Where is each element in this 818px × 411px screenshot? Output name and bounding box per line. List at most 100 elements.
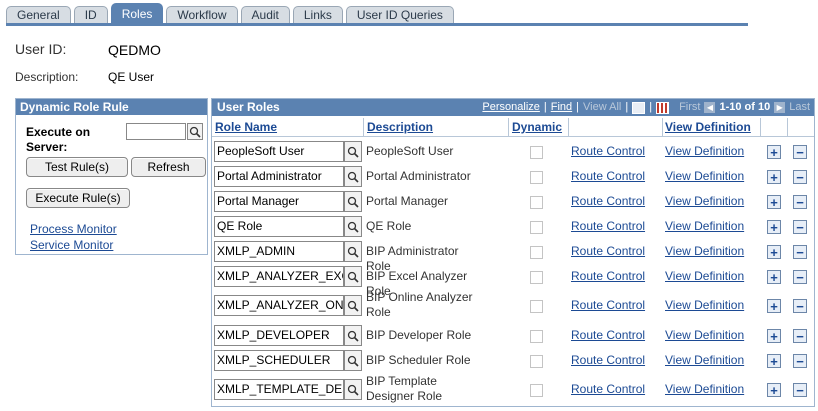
role-name-input[interactable]: QE Role (214, 216, 344, 237)
view-definition-link[interactable]: View Definition (665, 244, 744, 258)
delete-row-button[interactable]: − (793, 220, 807, 234)
role-name-lookup-button[interactable] (344, 216, 362, 237)
add-row-button[interactable]: + (767, 220, 781, 234)
view-definition-link[interactable]: View Definition (665, 144, 744, 158)
delete-row-button[interactable]: − (793, 270, 807, 284)
route-control-link[interactable]: Route Control (571, 328, 645, 342)
add-row-button[interactable]: + (767, 354, 781, 368)
role-name-input[interactable]: PeopleSoft User (214, 141, 344, 162)
route-control-link[interactable]: Route Control (571, 382, 645, 396)
test-rules-button[interactable]: Test Rule(s) (26, 157, 128, 177)
route-control-link[interactable]: Route Control (571, 269, 645, 283)
delete-row-button[interactable]: − (793, 145, 807, 159)
table-row: XMLP_DEVELOPER BIP Developer Role Route Co… (212, 323, 814, 348)
view-definition-link[interactable]: View Definition (665, 328, 744, 342)
role-name-lookup-button[interactable] (344, 191, 362, 212)
role-name-input[interactable]: Portal Administrator (214, 166, 344, 187)
tab-id[interactable]: ID (73, 6, 108, 24)
add-row-button[interactable]: + (767, 145, 781, 159)
tab-roles[interactable]: Roles (110, 3, 164, 24)
execute-on-server-label: Execute on Server: (26, 125, 90, 155)
minus-icon: − (796, 194, 804, 210)
add-row-button[interactable]: + (767, 299, 781, 313)
role-name-input[interactable]: XMLP_ADMIN (214, 241, 344, 262)
route-control-link[interactable]: Route Control (571, 144, 645, 158)
route-control-link[interactable]: Route Control (571, 298, 645, 312)
view-definition-link[interactable]: View Definition (665, 382, 744, 396)
magnifier-icon (347, 221, 359, 233)
column-view-definition[interactable]: View Definition (665, 120, 751, 134)
route-control-link[interactable]: Route Control (571, 244, 645, 258)
role-name-input[interactable]: XMLP_ANALYZER_EXCEL (214, 266, 344, 287)
column-dynamic[interactable]: Dynamic (512, 120, 562, 134)
delete-row-button[interactable]: − (793, 170, 807, 184)
dynamic-checkbox (530, 384, 543, 397)
role-name-lookup-button[interactable] (344, 266, 362, 287)
role-name-input[interactable]: XMLP_TEMPLATE_DESIGNER (214, 379, 344, 400)
route-control-link[interactable]: Route Control (571, 194, 645, 208)
role-name-input[interactable]: XMLP_SCHEDULER (214, 350, 344, 371)
tab-workflow[interactable]: Workflow (166, 6, 238, 24)
grid-column-header-row: Role Name Description Dynamic View Defin… (212, 118, 814, 137)
role-description: BIP Scheduler Role (366, 353, 471, 367)
execute-server-lookup-button[interactable] (187, 123, 203, 140)
view-definition-link[interactable]: View Definition (665, 219, 744, 233)
table-row: PeopleSoft User PeopleSoft User Route Cont… (212, 139, 814, 164)
execute-rules-button[interactable]: Execute Rule(s) (26, 188, 130, 208)
role-name-lookup-button[interactable] (344, 241, 362, 262)
tab-links[interactable]: Links (292, 6, 343, 24)
zoom-icon[interactable] (632, 101, 646, 114)
plus-icon: + (770, 194, 778, 210)
tab-user-id-queries[interactable]: User ID Queries (345, 6, 454, 24)
add-row-button[interactable]: + (767, 170, 781, 184)
role-name-lookup-button[interactable] (344, 141, 362, 162)
dynamic-checkbox (530, 171, 543, 184)
add-row-button[interactable]: + (767, 383, 781, 397)
delete-row-button[interactable]: − (793, 195, 807, 209)
refresh-button[interactable]: Refresh (131, 157, 206, 177)
view-definition-link[interactable]: View Definition (665, 298, 744, 312)
dynamic-checkbox (530, 330, 543, 343)
delete-row-button[interactable]: − (793, 354, 807, 368)
delete-row-button[interactable]: − (793, 329, 807, 343)
execute-server-input[interactable] (126, 123, 186, 140)
delete-row-button[interactable]: − (793, 245, 807, 259)
route-control-link[interactable]: Route Control (571, 219, 645, 233)
route-control-link[interactable]: Route Control (571, 353, 645, 367)
download-grid-icon[interactable] (656, 101, 670, 114)
add-row-button[interactable]: + (767, 329, 781, 343)
minus-icon: − (796, 269, 804, 285)
view-definition-link[interactable]: View Definition (665, 269, 744, 283)
role-name-lookup-button[interactable] (344, 295, 362, 316)
column-role-name[interactable]: Role Name (215, 120, 277, 134)
delete-row-button[interactable]: − (793, 383, 807, 397)
service-monitor-link[interactable]: Service Monitor (30, 238, 113, 252)
process-monitor-link[interactable]: Process Monitor (30, 222, 117, 236)
view-definition-link[interactable]: View Definition (665, 194, 744, 208)
column-description[interactable]: Description (367, 120, 433, 134)
route-control-link[interactable]: Route Control (571, 169, 645, 183)
tab-general[interactable]: General (6, 6, 71, 24)
role-name-input[interactable]: Portal Manager (214, 191, 344, 212)
plus-icon: + (770, 353, 778, 369)
add-row-button[interactable]: + (767, 195, 781, 209)
magnifier-icon (347, 330, 359, 342)
role-name-input[interactable]: XMLP_DEVELOPER (214, 325, 344, 346)
role-name-input[interactable]: XMLP_ANALYZER_ONLINE (214, 295, 344, 316)
add-row-button[interactable]: + (767, 245, 781, 259)
role-name-lookup-button[interactable] (344, 325, 362, 346)
delete-row-button[interactable]: − (793, 299, 807, 313)
add-row-button[interactable]: + (767, 270, 781, 284)
role-name-lookup-button[interactable] (344, 379, 362, 400)
tab-audit[interactable]: Audit (240, 6, 290, 24)
role-name-lookup-button[interactable] (344, 350, 362, 371)
row-range: 1-10 of 10 (719, 101, 771, 113)
view-definition-link[interactable]: View Definition (665, 169, 744, 183)
find-link[interactable]: Find (551, 99, 572, 116)
role-description: Portal Manager (366, 194, 449, 208)
view-definition-link[interactable]: View Definition (665, 353, 744, 367)
column-divider (787, 118, 788, 137)
role-name-lookup-button[interactable] (344, 166, 362, 187)
personalize-link[interactable]: Personalize (482, 99, 539, 116)
role-description: PeopleSoft User (366, 144, 454, 158)
